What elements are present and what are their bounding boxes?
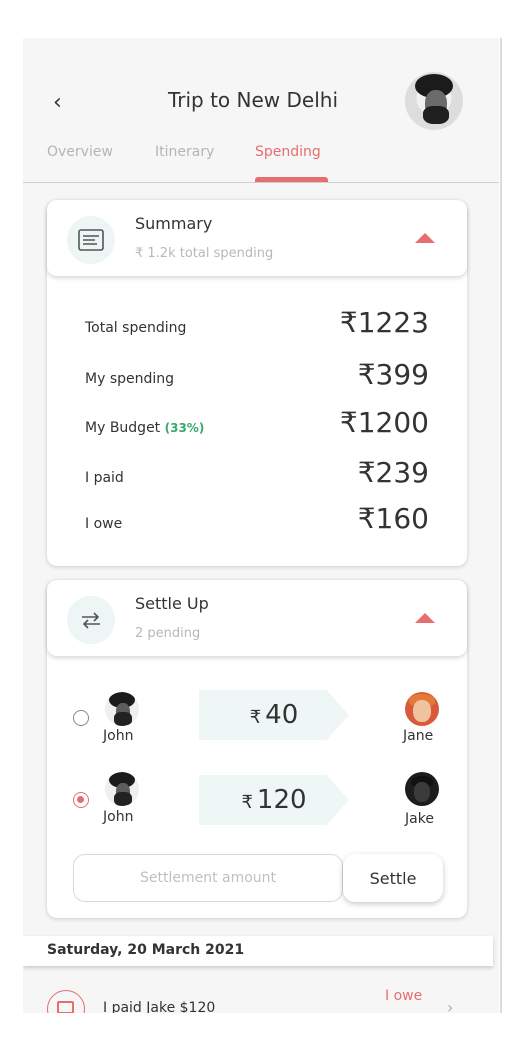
total-spending-value: ₹1223 [339, 306, 429, 339]
settle-card: Settle Up 2 pending John ₹40 Jane John ₹… [47, 580, 467, 918]
tab-bar: Overview Itinerary Spending [23, 144, 499, 183]
payer-name: John [103, 728, 134, 744]
profile-avatar[interactable] [405, 72, 463, 130]
avatar-jake [405, 772, 439, 806]
my-spending-label: My spending [85, 371, 175, 387]
my-budget-label: My Budget (33%) [85, 420, 205, 436]
i-owe-label: I owe [85, 516, 123, 532]
settle-subtitle: 2 pending [135, 626, 201, 641]
date-header: Saturday, 20 March 2021 [23, 936, 493, 966]
settle-radio-1[interactable] [73, 710, 89, 726]
payee-name: Jane [403, 728, 434, 744]
transaction-text[interactable]: I paid Jake $120 [103, 1000, 215, 1013]
settle-amount-box: ₹120 [199, 775, 349, 825]
summary-title: Summary [135, 214, 213, 233]
app-screen: ‹ Trip to New Delhi Overview Itinerary S… [23, 38, 499, 1013]
summary-subtitle: ₹ 1.2k total spending [135, 246, 274, 261]
collapse-caret-icon[interactable] [415, 233, 435, 243]
avatar-john [105, 772, 139, 806]
screen-edge [500, 38, 502, 1013]
tab-spending[interactable]: Spending [255, 144, 321, 160]
budget-percent: (33%) [164, 421, 205, 435]
rupee-symbol: ₹ [241, 792, 253, 813]
i-paid-value: ₹239 [357, 456, 429, 489]
transaction-icon [47, 990, 85, 1013]
collapse-caret-icon[interactable] [415, 613, 435, 623]
i-paid-label: I paid [85, 470, 124, 486]
settle-header[interactable]: Settle Up 2 pending [47, 580, 467, 656]
settle-amount: 120 [256, 785, 307, 815]
total-spending-label: Total spending [85, 320, 187, 336]
settle-amount: 40 [265, 700, 299, 730]
settlement-amount-input[interactable] [73, 854, 343, 902]
summary-header[interactable]: Summary ₹ 1.2k total spending [47, 200, 467, 276]
receipt-icon [67, 216, 115, 264]
my-spending-value: ₹399 [357, 358, 429, 391]
date-label: Saturday, 20 March 2021 [47, 942, 245, 958]
avatar-jane [405, 692, 439, 726]
chevron-right-icon[interactable]: › [447, 998, 453, 1013]
summary-card: Summary ₹ 1.2k total spending Total spen… [47, 200, 467, 566]
payee-name: Jake [405, 811, 434, 827]
transfer-icon [67, 596, 115, 644]
rupee-symbol: ₹ [249, 707, 262, 728]
settle-title: Settle Up [135, 594, 209, 613]
tab-overview[interactable]: Overview [47, 144, 113, 160]
settle-radio-2[interactable] [73, 792, 89, 808]
my-budget-value: ₹1200 [339, 406, 429, 439]
active-tab-indicator [255, 177, 328, 182]
avatar-john [105, 692, 139, 726]
settle-button[interactable]: Settle [343, 854, 443, 902]
settle-amount-box: ₹40 [199, 690, 349, 740]
transaction-status: I owe [385, 988, 423, 1004]
tab-itinerary[interactable]: Itinerary [155, 144, 214, 160]
payer-name: John [103, 809, 134, 825]
i-owe-value: ₹160 [357, 502, 429, 535]
